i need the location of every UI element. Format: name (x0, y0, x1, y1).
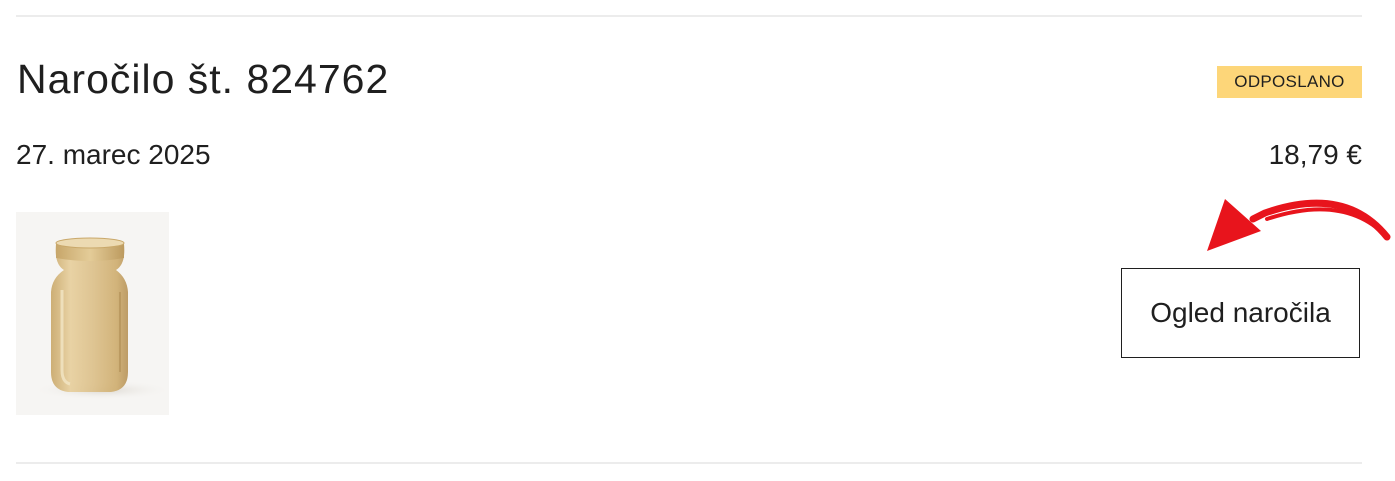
glass-vase-icon (32, 237, 169, 400)
top-divider (16, 15, 1362, 17)
view-order-button[interactable]: Ogled naročila (1121, 268, 1360, 358)
red-arrow-annotation (1207, 199, 1391, 251)
order-date: 27. marec 2025 (16, 139, 211, 170)
status-badge: ODPOSLANO (1217, 66, 1362, 98)
product-thumbnail[interactable] (16, 212, 169, 415)
order-card-page: Naročilo št. 824762 ODPOSLANO 27. marec … (0, 0, 1395, 481)
order-title: Naročilo št. 824762 (17, 56, 390, 102)
bottom-divider (16, 462, 1362, 464)
order-total: 18,79 € (1268, 139, 1362, 170)
